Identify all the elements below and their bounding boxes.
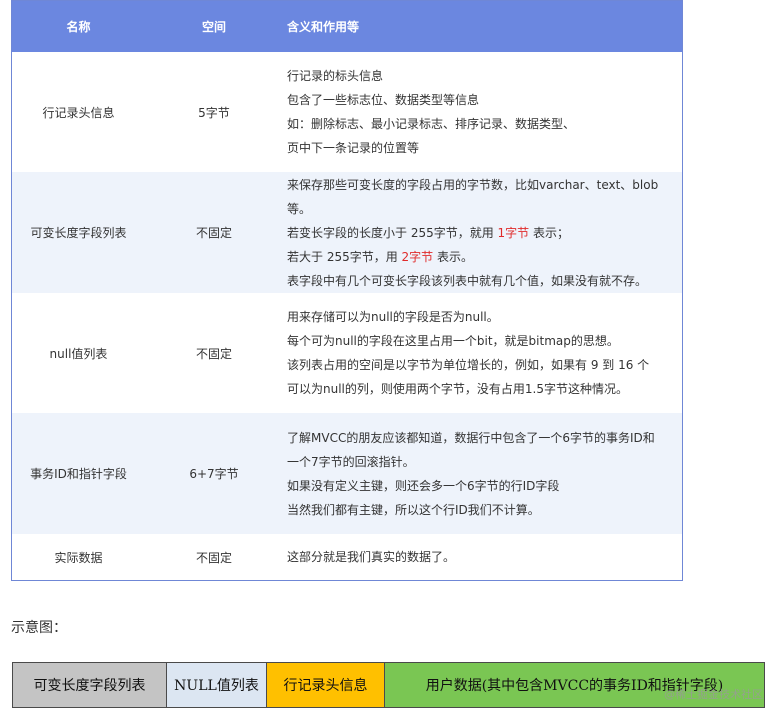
row-name: 事务ID和指针字段 bbox=[30, 467, 127, 481]
meaning-line: 当然我们都有主键，所以这个行ID我们不计算。 bbox=[287, 502, 540, 517]
header-space: 空间 bbox=[201, 20, 226, 34]
row-space: 不固定 bbox=[195, 346, 232, 361]
meaning-line: 行记录的标头信息 bbox=[287, 69, 384, 83]
table-row: 行记录头信息 5字节 行记录的标头信息 包含了一些标志位、数据类型等信息 如：删… bbox=[12, 52, 682, 172]
segment-record-header: 行记录头信息 bbox=[267, 662, 385, 708]
row-space: 6+7字节 bbox=[189, 467, 239, 481]
row-name: 可变长度字段列表 bbox=[30, 226, 127, 240]
table-row: 实际数据 不固定 这部分就是我们真实的数据了。 bbox=[12, 534, 682, 580]
table-row: 可变长度字段列表 不固定 来保存那些可变长度的字段占用的字节数，比如varcha… bbox=[12, 172, 682, 293]
line-text: 若变长字段的长度小于 255字节，就用 bbox=[287, 225, 498, 240]
info-table: 名称 空间 含义和作用等 行记录头信息 5字节 行记录的标头信息 包含了一些标志… bbox=[11, 0, 683, 581]
meaning-line: 表字段中有几个可变长字段该列表中就有几个值，如果没有就不存。 bbox=[287, 273, 648, 288]
meaning-line: 包含了一些标志位、数据类型等信息 bbox=[287, 93, 480, 107]
row-space: 5字节 bbox=[198, 105, 230, 120]
row-name: null值列表 bbox=[49, 346, 108, 361]
watermark: @稀土掘金技术社区 bbox=[664, 688, 763, 701]
table-row: 事务ID和指针字段 6+7字节 了解MVCC的朋友应该都知道，数据行中包含了一个… bbox=[12, 413, 682, 534]
segment-null-list: NULL值列表 bbox=[167, 662, 267, 708]
header-meaning: 含义和作用等 bbox=[287, 20, 360, 34]
meaning-line: 来保存那些可变长度的字段占用的字节数，比如varchar、text、blob等。 bbox=[287, 177, 659, 216]
meaning-line: 若大于 255字节，用 2字节 表示。 bbox=[287, 245, 682, 269]
header-name: 名称 bbox=[66, 20, 91, 34]
meaning-line: 这部分就是我们真实的数据了。 bbox=[287, 550, 456, 564]
row-name: 实际数据 bbox=[54, 550, 103, 565]
line-text: 表示； bbox=[529, 225, 570, 240]
line-text: 若大于 255字节，用 bbox=[287, 249, 402, 264]
row-space: 不固定 bbox=[195, 550, 232, 565]
meaning-line: 如：删除标志、最小记录标志、排序记录、数据类型、 bbox=[287, 117, 576, 131]
meaning-line: 可以为null的列，则使用两个字节，没有占用1.5字节这种情况。 bbox=[287, 382, 628, 396]
meaning-line: 若变长字段的长度小于 255字节，就用 1字节 表示； bbox=[287, 221, 682, 245]
table-row: null值列表 不固定 用来存储可以为null的字段是否为null。 每个可为n… bbox=[12, 293, 682, 413]
row-meaning: 来保存那些可变长度的字段占用的字节数，比如varchar、text、blob等。… bbox=[283, 173, 682, 293]
row-name: 行记录头信息 bbox=[42, 105, 115, 120]
row-meaning: 了解MVCC的朋友应该都知道，数据行中包含了一个6字节的事务ID和 一个7字节的… bbox=[283, 426, 682, 522]
highlight-text: 1字节 bbox=[497, 225, 530, 240]
row-meaning: 行记录的标头信息 包含了一些标志位、数据类型等信息 如：删除标志、最小记录标志、… bbox=[283, 64, 682, 160]
line-text: 表示。 bbox=[433, 249, 474, 264]
segment-variable-length-list: 可变长度字段列表 bbox=[12, 662, 167, 708]
row-meaning: 用来存储可以为null的字段是否为null。 每个可为null的字段在这里占用一… bbox=[283, 305, 682, 401]
meaning-line: 用来存储可以为null的字段是否为null。 bbox=[287, 310, 499, 324]
table-header: 名称 空间 含义和作用等 bbox=[12, 1, 682, 52]
row-meaning: 这部分就是我们真实的数据了。 bbox=[283, 545, 682, 569]
meaning-line: 该列表占用的空间是以字节为单位增长的，例如，如果有 9 到 16 个 bbox=[287, 358, 650, 372]
meaning-line: 每个可为null的字段在这里占用一个bit，就是bitmap的思想。 bbox=[287, 334, 619, 348]
meaning-line: 了解MVCC的朋友应该都知道，数据行中包含了一个6字节的事务ID和 bbox=[287, 430, 655, 445]
diagram-caption: 示意图： bbox=[11, 620, 67, 636]
meaning-line: 如果没有定义主键，则还会多一个6字节的行ID字段 bbox=[287, 478, 560, 493]
highlight-text: 2字节 bbox=[401, 249, 434, 264]
row-format-diagram: 可变长度字段列表 NULL值列表 行记录头信息 用户数据(其中包含MVCC的事务… bbox=[12, 662, 765, 708]
meaning-line: 一个7字节的回滚指针。 bbox=[287, 454, 415, 469]
meaning-line: 页中下一条记录的位置等 bbox=[287, 141, 420, 155]
row-space: 不固定 bbox=[195, 226, 232, 240]
